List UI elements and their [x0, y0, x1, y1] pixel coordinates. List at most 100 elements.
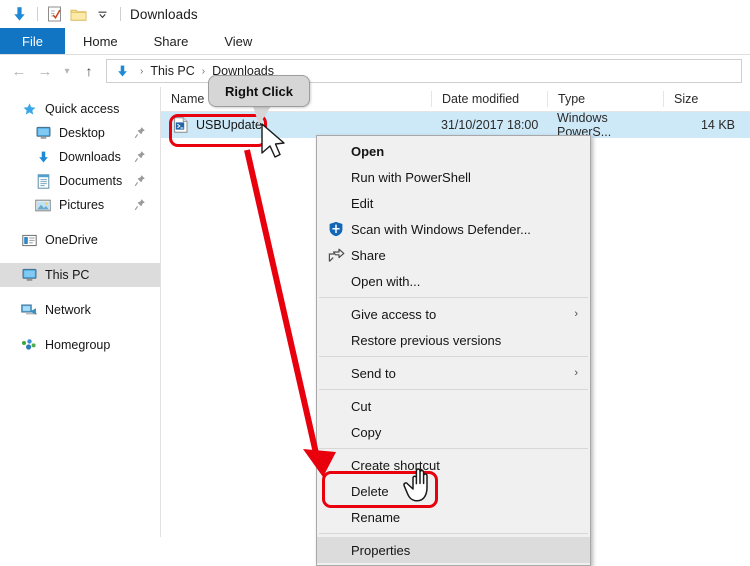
menu-item-label: Restore previous versions [351, 332, 502, 348]
file-name-cell[interactable]: USBUpdate [161, 117, 431, 133]
sidebar-label: Pictures [59, 198, 105, 212]
sidebar-label: Quick access [45, 102, 120, 116]
menu-item-restore-previous-versions[interactable]: Restore previous versions [317, 327, 590, 353]
star-icon [20, 101, 38, 117]
chevron-right-icon: › [574, 367, 578, 379]
menu-item-label: Send to [351, 365, 396, 381]
breadcrumb-separator-1: › [140, 65, 144, 77]
breadcrumb-separator-2: › [201, 65, 206, 77]
menu-separator [319, 297, 588, 298]
menu-item-label: Scan with Windows Defender... [351, 221, 531, 237]
tab-file[interactable]: File [0, 28, 65, 54]
menu-item-rename[interactable]: Rename [317, 504, 590, 530]
breadcrumb[interactable]: › This PC › Downloads [106, 59, 742, 83]
sidebar-item-network[interactable]: Network [0, 298, 160, 322]
pin-icon[interactable] [134, 198, 146, 212]
properties-checklist-icon[interactable] [43, 3, 65, 25]
sidebar-label: OneDrive [45, 233, 98, 247]
back-arrow-icon[interactable]: ← [6, 58, 32, 84]
menu-separator [319, 448, 588, 449]
menu-item-scan-with-windows-defender[interactable]: Scan with Windows Defender... [317, 216, 590, 242]
homegroup-icon [20, 337, 38, 353]
menu-item-create-shortcut[interactable]: Create shortcut [317, 452, 590, 478]
sidebar-label: Downloads [59, 150, 121, 164]
powershell-script-file-icon [173, 117, 189, 133]
menu-item-label: Create shortcut [351, 457, 440, 473]
network-icon [20, 302, 38, 318]
share-icon [325, 248, 347, 263]
file-date-modified-cell: 31/10/2017 18:00 [441, 118, 539, 132]
tab-share[interactable]: Share [136, 28, 207, 54]
forward-arrow-icon[interactable]: → [32, 58, 58, 84]
menu-item-open[interactable]: Open [317, 138, 590, 164]
menu-item-label: Rename [351, 509, 401, 525]
sidebar-label: This PC [45, 268, 90, 282]
sidebar-item-pictures[interactable]: Pictures [0, 193, 160, 217]
downloads-arrow-icon [34, 149, 52, 165]
column-header-date-modified[interactable]: Date modified [431, 91, 547, 107]
menu-separator [319, 389, 588, 390]
menu-separator [319, 356, 588, 357]
menu-item-label: Edit [351, 195, 374, 211]
sidebar-item-downloads[interactable]: Downloads [0, 145, 160, 169]
menu-item-label: Cut [351, 398, 372, 414]
file-size-cell: 14 KB [700, 118, 735, 132]
context-menu: Open Run with PowerShell Edit Scan with … [316, 135, 591, 566]
sidebar-item-documents[interactable]: Documents [0, 169, 160, 193]
onedrive-icon [20, 232, 38, 248]
menu-item-label: Properties [351, 542, 411, 558]
sidebar-label: Network [45, 303, 91, 317]
sidebar-item-quick-access[interactable]: Quick access [0, 97, 160, 121]
navigation-pane: Quick access Desktop Downloads Documents… [0, 87, 161, 537]
menu-item-copy[interactable]: Copy [317, 419, 590, 445]
menu-item-label: Copy [351, 424, 382, 440]
column-header-type[interactable]: Type [547, 91, 663, 107]
pin-icon[interactable] [134, 126, 146, 140]
up-arrow-icon[interactable]: ↑ [76, 58, 102, 84]
menu-item-label: Run with PowerShell [351, 169, 471, 185]
menu-item-send-to[interactable]: Send to › [317, 360, 590, 386]
sidebar-label: Desktop [59, 126, 105, 140]
monitor-icon [34, 125, 52, 141]
file-explorer-window: Downloads File Home Share View ← → ▾ ↑ ›… [0, 0, 750, 566]
menu-item-label: Open [351, 143, 385, 159]
right-click-callout: Right Click [208, 75, 310, 107]
address-bar: ← → ▾ ↑ › This PC › Downloads [0, 55, 750, 87]
menu-item-cut[interactable]: Cut [317, 393, 590, 419]
titlebar-divider-2 [120, 7, 121, 21]
menu-item-label: Open with... [351, 273, 421, 289]
menu-item-delete[interactable]: Delete [317, 478, 590, 504]
titlebar-divider-1 [37, 7, 38, 21]
menu-item-label: Give access to [351, 306, 437, 322]
column-header-size[interactable]: Size [663, 91, 749, 107]
window-title: Downloads [130, 6, 198, 22]
menu-item-edit[interactable]: Edit [317, 190, 590, 216]
sidebar-item-desktop[interactable]: Desktop [0, 121, 160, 145]
menu-item-properties[interactable]: Properties [317, 537, 590, 563]
sidebar-label: Documents [59, 174, 123, 188]
menu-separator [319, 533, 588, 534]
pin-icon[interactable] [134, 150, 146, 164]
sidebar-item-onedrive[interactable]: OneDrive [0, 228, 160, 252]
sidebar-item-homegroup[interactable]: Homegroup [0, 333, 160, 357]
breadcrumb-downloads-icon [111, 60, 133, 82]
menu-item-run-with-powershell[interactable]: Run with PowerShell [317, 164, 590, 190]
breadcrumb-item-this-pc[interactable]: This PC [148, 64, 196, 78]
monitor-icon [20, 267, 38, 283]
tab-home[interactable]: Home [65, 28, 136, 54]
customize-chevron-icon[interactable] [91, 3, 113, 25]
folder-icon[interactable] [67, 3, 89, 25]
menu-item-share[interactable]: Share [317, 242, 590, 268]
menu-item-label: Delete [351, 483, 389, 499]
pin-icon[interactable] [134, 174, 146, 188]
downloads-arrow-icon [8, 3, 30, 25]
tab-view[interactable]: View [206, 28, 270, 54]
menu-item-give-access-to[interactable]: Give access to › [317, 301, 590, 327]
sidebar-label: Homegroup [45, 338, 111, 352]
ribbon-tab-bar: File Home Share View [0, 28, 750, 55]
recent-locations-chevron-icon[interactable]: ▾ [58, 58, 76, 84]
chevron-right-icon: › [574, 308, 578, 320]
sidebar-item-this-pc[interactable]: This PC [0, 263, 160, 287]
menu-item-open-with[interactable]: Open with... [317, 268, 590, 294]
pictures-icon [34, 197, 52, 213]
